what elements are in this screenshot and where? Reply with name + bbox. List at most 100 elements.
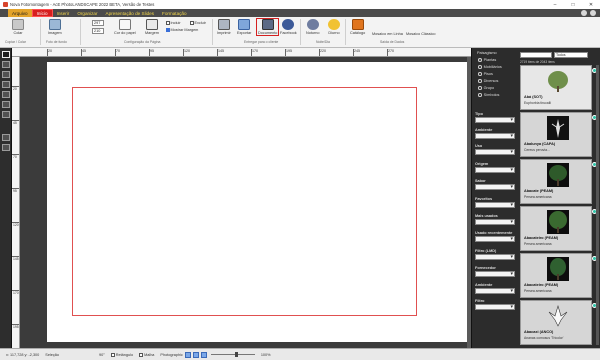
plant-card[interactable]: Abacateiro (PEAM) Persea americana	[520, 253, 597, 298]
minimize-button[interactable]: –	[546, 0, 564, 9]
rotation-angle[interactable]: 90°	[99, 353, 105, 357]
margin-button[interactable]: Margem	[145, 19, 159, 35]
ruler-tick: 220	[319, 49, 326, 56]
filter-dropdown[interactable]	[475, 117, 515, 123]
filter-dropdown[interactable]	[475, 202, 515, 208]
radio-mobiliarios[interactable]: Mobiliários	[478, 65, 502, 69]
filter-sabor: Sabor	[475, 179, 517, 190]
clipboard-icon	[12, 19, 24, 30]
catalog-button[interactable]: Catálogo	[350, 19, 365, 35]
filter-dropdown[interactable]	[475, 167, 515, 173]
radio-pisos[interactable]: Pisos	[478, 72, 493, 76]
plant-card[interactable]: Abacaxi (ANCO) Ananas comosus 'Tricolor'	[520, 300, 597, 345]
view-mode-icon[interactable]	[184, 351, 191, 358]
search-scope-dropdown[interactable]: Todos	[554, 52, 588, 58]
shape-tool-icon[interactable]	[2, 91, 10, 98]
ribbon-separator	[212, 19, 213, 45]
cursor-coords: x: 117,728 y: -2,300	[6, 352, 40, 357]
select-tool-icon[interactable]	[2, 51, 10, 58]
result-count: 2719 itens de 2043 itens	[520, 60, 555, 64]
radio-simbolos[interactable]: Símbolos	[478, 93, 499, 97]
plant-thumbnail	[547, 163, 569, 187]
document-button[interactable]: Documento	[256, 18, 280, 36]
filter-dropdown[interactable]	[475, 304, 515, 310]
filter-tipo: Tipo	[475, 112, 517, 123]
filter-dropdown[interactable]	[475, 219, 515, 225]
ruler-tick: 120	[183, 49, 190, 56]
filter-label: Uso	[475, 144, 483, 148]
radio-icon	[478, 72, 482, 76]
incluir-checkbox[interactable]: Incluir	[166, 21, 181, 25]
text-tool-icon[interactable]	[2, 81, 10, 88]
paper-page[interactable]	[47, 62, 472, 342]
tab-arquivo[interactable]: Arquivo	[8, 9, 32, 17]
print-button[interactable]: Imprimir	[217, 19, 231, 35]
radio-icon	[478, 86, 482, 90]
plant-card[interactable]: Abacate (PEAM) Persea americana	[520, 159, 597, 204]
hand-tool-icon[interactable]	[2, 61, 10, 68]
help-icon[interactable]	[581, 10, 587, 16]
rectangle-toggle[interactable]: Retângulo	[110, 352, 133, 357]
export-button[interactable]: Exportar	[237, 19, 251, 35]
radio-plantas[interactable]: Plantas	[478, 58, 496, 62]
eyedropper-tool-icon[interactable]	[2, 144, 10, 151]
excluir-checkbox[interactable]: Excluir	[190, 21, 206, 25]
page-height-field[interactable]: 210	[92, 28, 104, 34]
radio-icon	[478, 93, 482, 97]
close-button[interactable]: ✕	[582, 0, 600, 9]
zoom-tool-icon[interactable]	[2, 71, 10, 78]
day-button[interactable]: Diurno	[328, 19, 340, 35]
group-copiar: Copiar / Colar	[5, 40, 26, 44]
page-width-field[interactable]: 297	[92, 20, 104, 26]
panel-scrollbar[interactable]	[596, 65, 599, 345]
paper-color-button[interactable]: Cor do papel	[114, 19, 136, 35]
left-toolbar	[0, 48, 12, 348]
radio-grupo[interactable]: Grupo	[478, 86, 494, 90]
plant-card[interactable]: Abalunya (CAPA) Cereus peruvia...	[520, 112, 597, 157]
zoom-slider-handle[interactable]	[234, 352, 238, 357]
grid-toggle[interactable]: Malha	[139, 352, 154, 357]
filter-dropdown[interactable]	[475, 254, 515, 260]
filter-origem: Origem	[475, 162, 517, 173]
tab-apresentacao[interactable]: Apresentação de Slides	[102, 9, 159, 17]
filter-dropdown[interactable]	[475, 271, 515, 277]
tab-inicio[interactable]: Início	[31, 9, 53, 17]
tab-organizar[interactable]: Organizar	[73, 9, 101, 17]
radio-diversos[interactable]: Diversos	[478, 79, 498, 83]
facebook-button[interactable]: Facebook	[280, 19, 297, 35]
filter-dropdown[interactable]	[475, 288, 515, 294]
zoom-out-icon[interactable]	[200, 351, 207, 358]
background-image-button[interactable]: Imagem	[48, 19, 62, 35]
plant-card[interactable]: Abá (SOT) Euphorbia tirucalli	[520, 65, 597, 110]
fit-page-icon[interactable]	[192, 351, 199, 358]
ruler-tick: 170	[251, 49, 258, 56]
filter-dropdown[interactable]	[475, 184, 515, 190]
plant-name: Abacateiro (PEAM)	[524, 236, 559, 240]
crop-tool-icon[interactable]	[2, 111, 10, 118]
search-input[interactable]	[520, 52, 552, 58]
plant-card[interactable]: Abacateiro (PEAM) Persea americana	[520, 206, 597, 251]
night-button[interactable]: Noturno	[306, 19, 320, 35]
paste-button[interactable]: Colar	[12, 19, 24, 35]
filter-dropdown[interactable]	[475, 236, 515, 242]
mosaic-line-button[interactable]: Mosaico em Linha	[372, 32, 403, 36]
filter-dropdown[interactable]	[475, 149, 515, 155]
mosaic-classic-button[interactable]: Mosaico Clássico	[406, 32, 436, 36]
tab-inserir[interactable]: Inserir	[53, 9, 74, 17]
filter-dropdown[interactable]	[475, 133, 515, 139]
line-tool-icon[interactable]	[2, 101, 10, 108]
plant-scientific: Persea americana	[524, 242, 552, 246]
ruler-tick: 195	[285, 49, 292, 56]
filter-ambiente-2: Ambiente	[475, 283, 517, 294]
photographic-mode[interactable]: Photographic	[160, 353, 182, 357]
zoom-slider[interactable]	[210, 352, 255, 357]
show-margin-checkbox[interactable]: Mostrar Margem	[166, 28, 198, 32]
canvas-area[interactable]	[20, 57, 472, 348]
filter-label: Tipo	[475, 112, 483, 116]
settings-icon[interactable]	[590, 10, 596, 16]
brush-tool-icon[interactable]	[2, 134, 10, 141]
export-icon	[238, 19, 251, 30]
tab-formatacao[interactable]: Formatação	[158, 9, 191, 17]
maximize-button[interactable]: □	[564, 0, 582, 9]
plant-name: Abacate (PEAM)	[524, 189, 554, 193]
